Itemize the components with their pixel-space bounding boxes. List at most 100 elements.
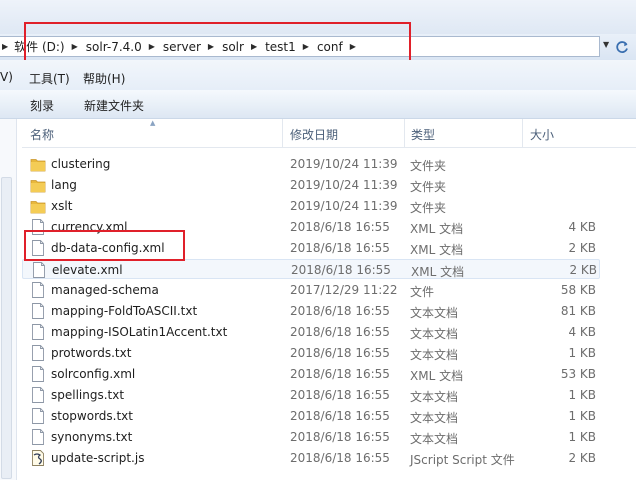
column-type[interactable]: 类型 [411, 126, 435, 143]
navigation-scrollbar[interactable] [1, 177, 12, 479]
file-date: 2018/6/18 16:55 [290, 304, 390, 318]
breadcrumb-solr[interactable]: solr ▶ [222, 40, 265, 54]
file-icon [30, 428, 46, 446]
menu-help[interactable]: 帮助(H) [83, 70, 125, 87]
window-titlebar [0, 0, 636, 34]
file-date: 2018/6/18 16:55 [290, 346, 390, 360]
file-name: spellings.txt [51, 388, 125, 402]
file-size: 1 KB [568, 409, 596, 423]
file-row[interactable]: solrconfig.xml 2018/6/18 16:55 XML 文档 53 KB [22, 364, 600, 384]
file-name: currency.xml [51, 220, 128, 234]
column-divider[interactable] [522, 119, 523, 147]
file-row[interactable]: update-script.js 2018/6/18 16:55 JScript S… [22, 448, 600, 468]
file-type: XML 文档 [411, 265, 465, 279]
file-size: 53 KB [560, 367, 596, 381]
file-type: XML 文档 [410, 369, 464, 383]
file-type: XML 文档 [410, 243, 464, 257]
file-size: 81 KB [560, 304, 596, 318]
file-type: 文件夹 [410, 159, 447, 173]
file-icon [30, 365, 46, 383]
chevron-down-icon[interactable]: ▼ [603, 40, 609, 49]
chevron-right-icon[interactable]: ▶ [72, 42, 78, 51]
file-date: 2019/10/24 11:39 [290, 178, 398, 192]
file-icon [30, 239, 46, 257]
new-folder-button[interactable]: 新建文件夹 [84, 97, 144, 114]
file-name: elevate.xml [52, 263, 123, 277]
breadcrumb-drive[interactable]: 软件 (D:) ▶ [14, 38, 86, 55]
address-bar: ▶ 软件 (D:) ▶ solr-7.4.0 ▶ server ▶ solr ▶ tes… [0, 34, 636, 61]
file-size: 4 KB [568, 220, 596, 234]
file-type: 文本文档 [410, 348, 459, 362]
file-type: 文本文档 [410, 432, 459, 446]
file-date: 2018/6/18 16:55 [290, 451, 390, 465]
column-size[interactable]: 大小 [530, 126, 554, 143]
breadcrumb-server[interactable]: server ▶ [163, 40, 222, 54]
file-row[interactable]: db-data-config.xml 2018/6/18 16:55 XML 文档 2… [22, 238, 600, 258]
navigation-pane [0, 119, 17, 480]
burn-button[interactable]: 刻录 [30, 97, 54, 114]
folder-icon [30, 197, 46, 215]
chevron-right-icon[interactable]: ▶ [149, 42, 155, 51]
file-icon [30, 386, 46, 404]
breadcrumb-test1[interactable]: test1 ▶ [265, 40, 317, 54]
file-row[interactable]: protwords.txt 2018/6/18 16:55 文本文档 1 KB [22, 343, 600, 363]
file-name: mapping-ISOLatin1Accent.txt [51, 325, 228, 339]
column-divider[interactable] [282, 119, 283, 147]
folder-icon [30, 155, 46, 173]
file-icon [30, 323, 46, 341]
file-date: 2018/6/18 16:55 [290, 430, 390, 444]
file-type: 文本文档 [410, 327, 459, 341]
file-type: JScript Script 文件 [410, 453, 515, 467]
file-type: 文本文档 [410, 390, 459, 404]
chevron-right-icon[interactable]: ▶ [2, 42, 8, 51]
file-date: 2018/6/18 16:55 [290, 367, 390, 381]
file-icon [30, 218, 46, 236]
column-divider[interactable] [404, 119, 405, 147]
breadcrumb-conf[interactable]: conf ▶ [317, 40, 364, 54]
file-type: 文件 [410, 285, 435, 299]
file-icon [30, 302, 46, 320]
file-icon [30, 407, 46, 425]
file-row[interactable]: xslt 2019/10/24 11:39 文件夹 [22, 196, 600, 216]
chevron-right-icon[interactable]: ▶ [350, 42, 356, 51]
file-type: 文件夹 [410, 201, 447, 215]
file-row[interactable]: spellings.txt 2018/6/18 16:55 文本文档 1 KB [22, 385, 600, 405]
file-name: solrconfig.xml [51, 367, 136, 381]
folder-icon [30, 176, 46, 194]
file-size: 4 KB [568, 325, 596, 339]
file-row[interactable]: elevate.xml 2018/6/18 16:55 XML 文档 2 KB [22, 259, 600, 279]
file-type: 文本文档 [410, 306, 459, 320]
script-file-icon [30, 449, 46, 467]
file-row[interactable]: lang 2019/10/24 11:39 文件夹 [22, 175, 600, 195]
file-size: 2 KB [569, 263, 597, 277]
file-icon [30, 344, 46, 362]
file-date: 2018/6/18 16:55 [290, 325, 390, 339]
file-row[interactable]: synonyms.txt 2018/6/18 16:55 文本文档 1 KB [22, 427, 600, 447]
chevron-right-icon[interactable]: ▶ [251, 42, 257, 51]
file-row[interactable]: mapping-FoldToASCII.txt 2018/6/18 16:55 文本… [22, 301, 600, 321]
column-name[interactable]: 名称 [30, 126, 54, 143]
file-size: 1 KB [568, 388, 596, 402]
file-name: xslt [51, 199, 73, 213]
file-date: 2018/6/18 16:55 [290, 388, 390, 402]
chevron-right-icon[interactable]: ▶ [208, 42, 214, 51]
file-date: 2019/10/24 11:39 [290, 157, 398, 171]
file-row[interactable]: clustering 2019/10/24 11:39 文件夹 [22, 154, 600, 174]
file-name: stopwords.txt [51, 409, 133, 423]
refresh-icon[interactable] [612, 38, 632, 56]
file-row[interactable]: stopwords.txt 2018/6/18 16:55 文本文档 1 KB [22, 406, 600, 426]
file-type: 文本文档 [410, 411, 459, 425]
file-date: 2017/12/29 11:22 [290, 283, 398, 297]
file-row[interactable]: mapping-ISOLatin1Accent.txt 2018/6/18 16:… [22, 322, 600, 342]
chevron-right-icon[interactable]: ▶ [303, 42, 309, 51]
column-date[interactable]: 修改日期 [290, 126, 338, 143]
file-date: 2019/10/24 11:39 [290, 199, 398, 213]
address-field[interactable]: ▶ 软件 (D:) ▶ solr-7.4.0 ▶ server ▶ solr ▶ tes… [0, 36, 600, 57]
breadcrumb-solr-740[interactable]: solr-7.4.0 ▶ [86, 40, 163, 54]
menu-view[interactable]: V) [0, 70, 13, 84]
file-row[interactable]: currency.xml 2018/6/18 16:55 XML 文档 4 KB [22, 217, 600, 237]
file-date: 2018/6/18 16:55 [291, 263, 391, 277]
menu-tools[interactable]: 工具(T) [29, 70, 70, 87]
file-icon [30, 281, 46, 299]
file-row[interactable]: managed-schema 2017/12/29 11:22 文件 58 KB [22, 280, 600, 300]
